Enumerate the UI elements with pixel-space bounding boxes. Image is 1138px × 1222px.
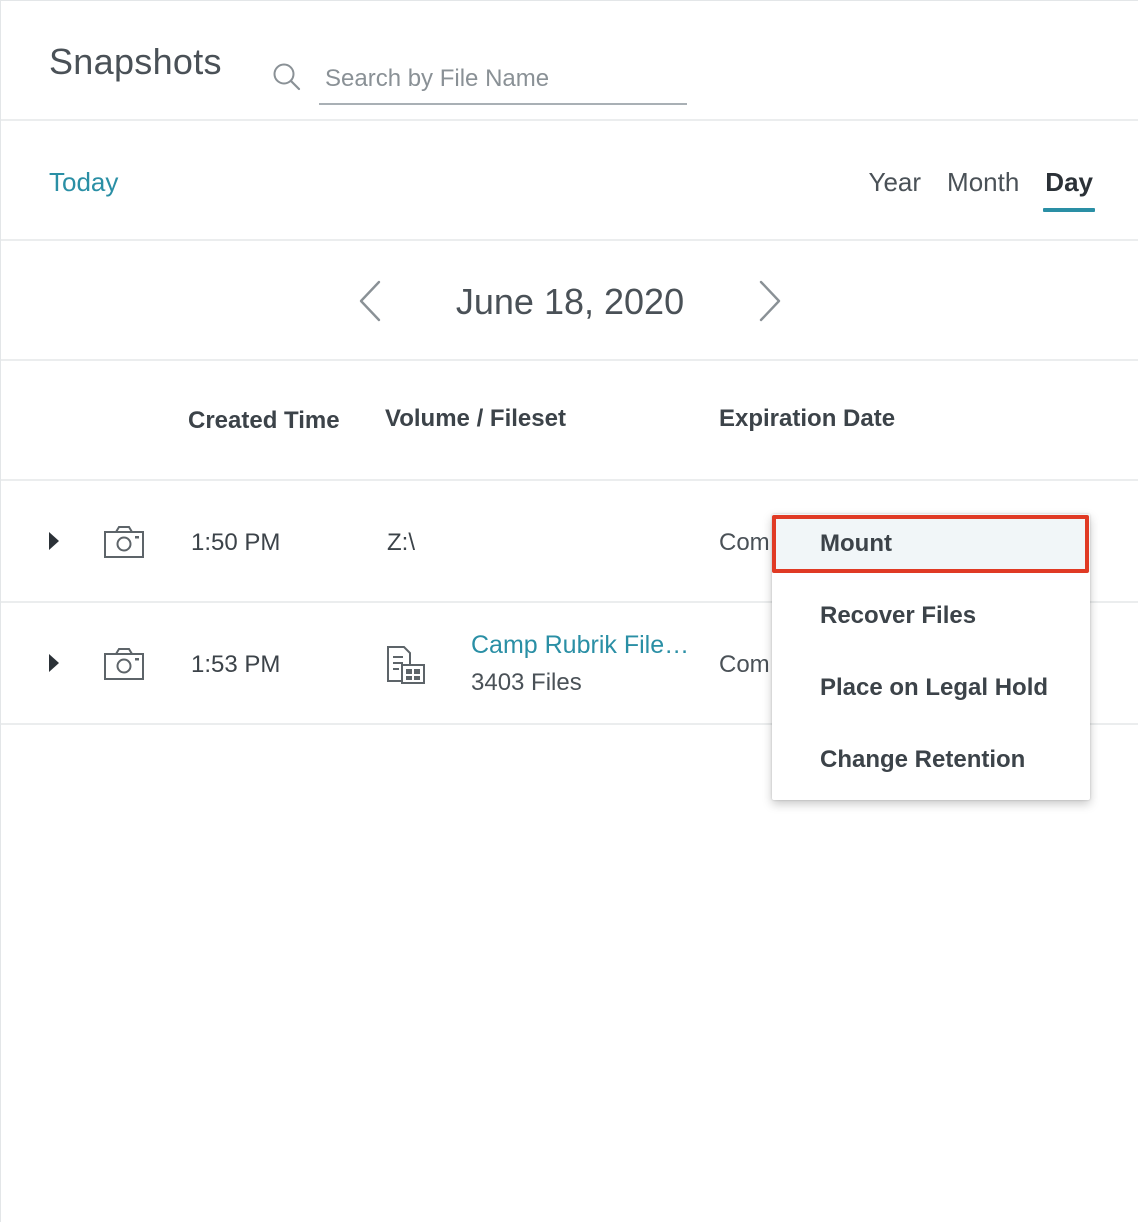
- menu-item-change-retention[interactable]: Change Retention: [772, 730, 1090, 802]
- tab-day[interactable]: Day: [1043, 167, 1095, 212]
- fileset-icon: [387, 646, 425, 684]
- column-header-created-time[interactable]: Created Time: [188, 407, 340, 435]
- expiration-date: Com: [719, 651, 770, 678]
- search-field: [319, 57, 687, 105]
- column-header-expiration-date[interactable]: Expiration Date: [719, 405, 895, 433]
- granularity-tabs: Year Month Day: [868, 167, 1095, 212]
- file-count: 3403 Files: [471, 669, 582, 696]
- camera-snapshot-icon: [104, 648, 144, 680]
- date-navigator: June 18, 2020: [1, 241, 1138, 361]
- range-bar: Today Year Month Day: [1, 121, 1138, 241]
- camera-snapshot-icon: [104, 526, 144, 558]
- search-icon: [273, 63, 301, 91]
- tab-month[interactable]: Month: [947, 167, 1019, 212]
- snapshot-actions-menu: Mount Recover Files Place on Legal Hold …: [772, 514, 1090, 800]
- today-link[interactable]: Today: [49, 167, 118, 198]
- fileset-link[interactable]: Camp Rubrik File…: [471, 631, 689, 660]
- expand-arrow-icon[interactable]: [47, 531, 61, 551]
- search-input[interactable]: [319, 57, 687, 101]
- chevron-right-icon[interactable]: [749, 279, 789, 323]
- expand-arrow-icon[interactable]: [47, 653, 61, 673]
- tab-year[interactable]: Year: [868, 167, 921, 212]
- created-time: 1:50 PM: [191, 529, 281, 556]
- volume-path: Z:\: [387, 529, 415, 556]
- panel-header: Snapshots: [1, 1, 1138, 121]
- column-header-volume-fileset[interactable]: Volume / Fileset: [385, 405, 566, 433]
- created-time: 1:53 PM: [191, 651, 281, 678]
- menu-item-mount[interactable]: Mount: [772, 514, 1090, 572]
- page-title: Snapshots: [49, 41, 222, 82]
- expiration-date: Com: [719, 529, 770, 556]
- table-header: Created Time Volume / Fileset Expiration…: [1, 361, 1138, 481]
- menu-item-recover-files[interactable]: Recover Files: [772, 586, 1090, 658]
- menu-item-legal-hold[interactable]: Place on Legal Hold: [772, 658, 1090, 730]
- current-date: June 18, 2020: [455, 281, 685, 322]
